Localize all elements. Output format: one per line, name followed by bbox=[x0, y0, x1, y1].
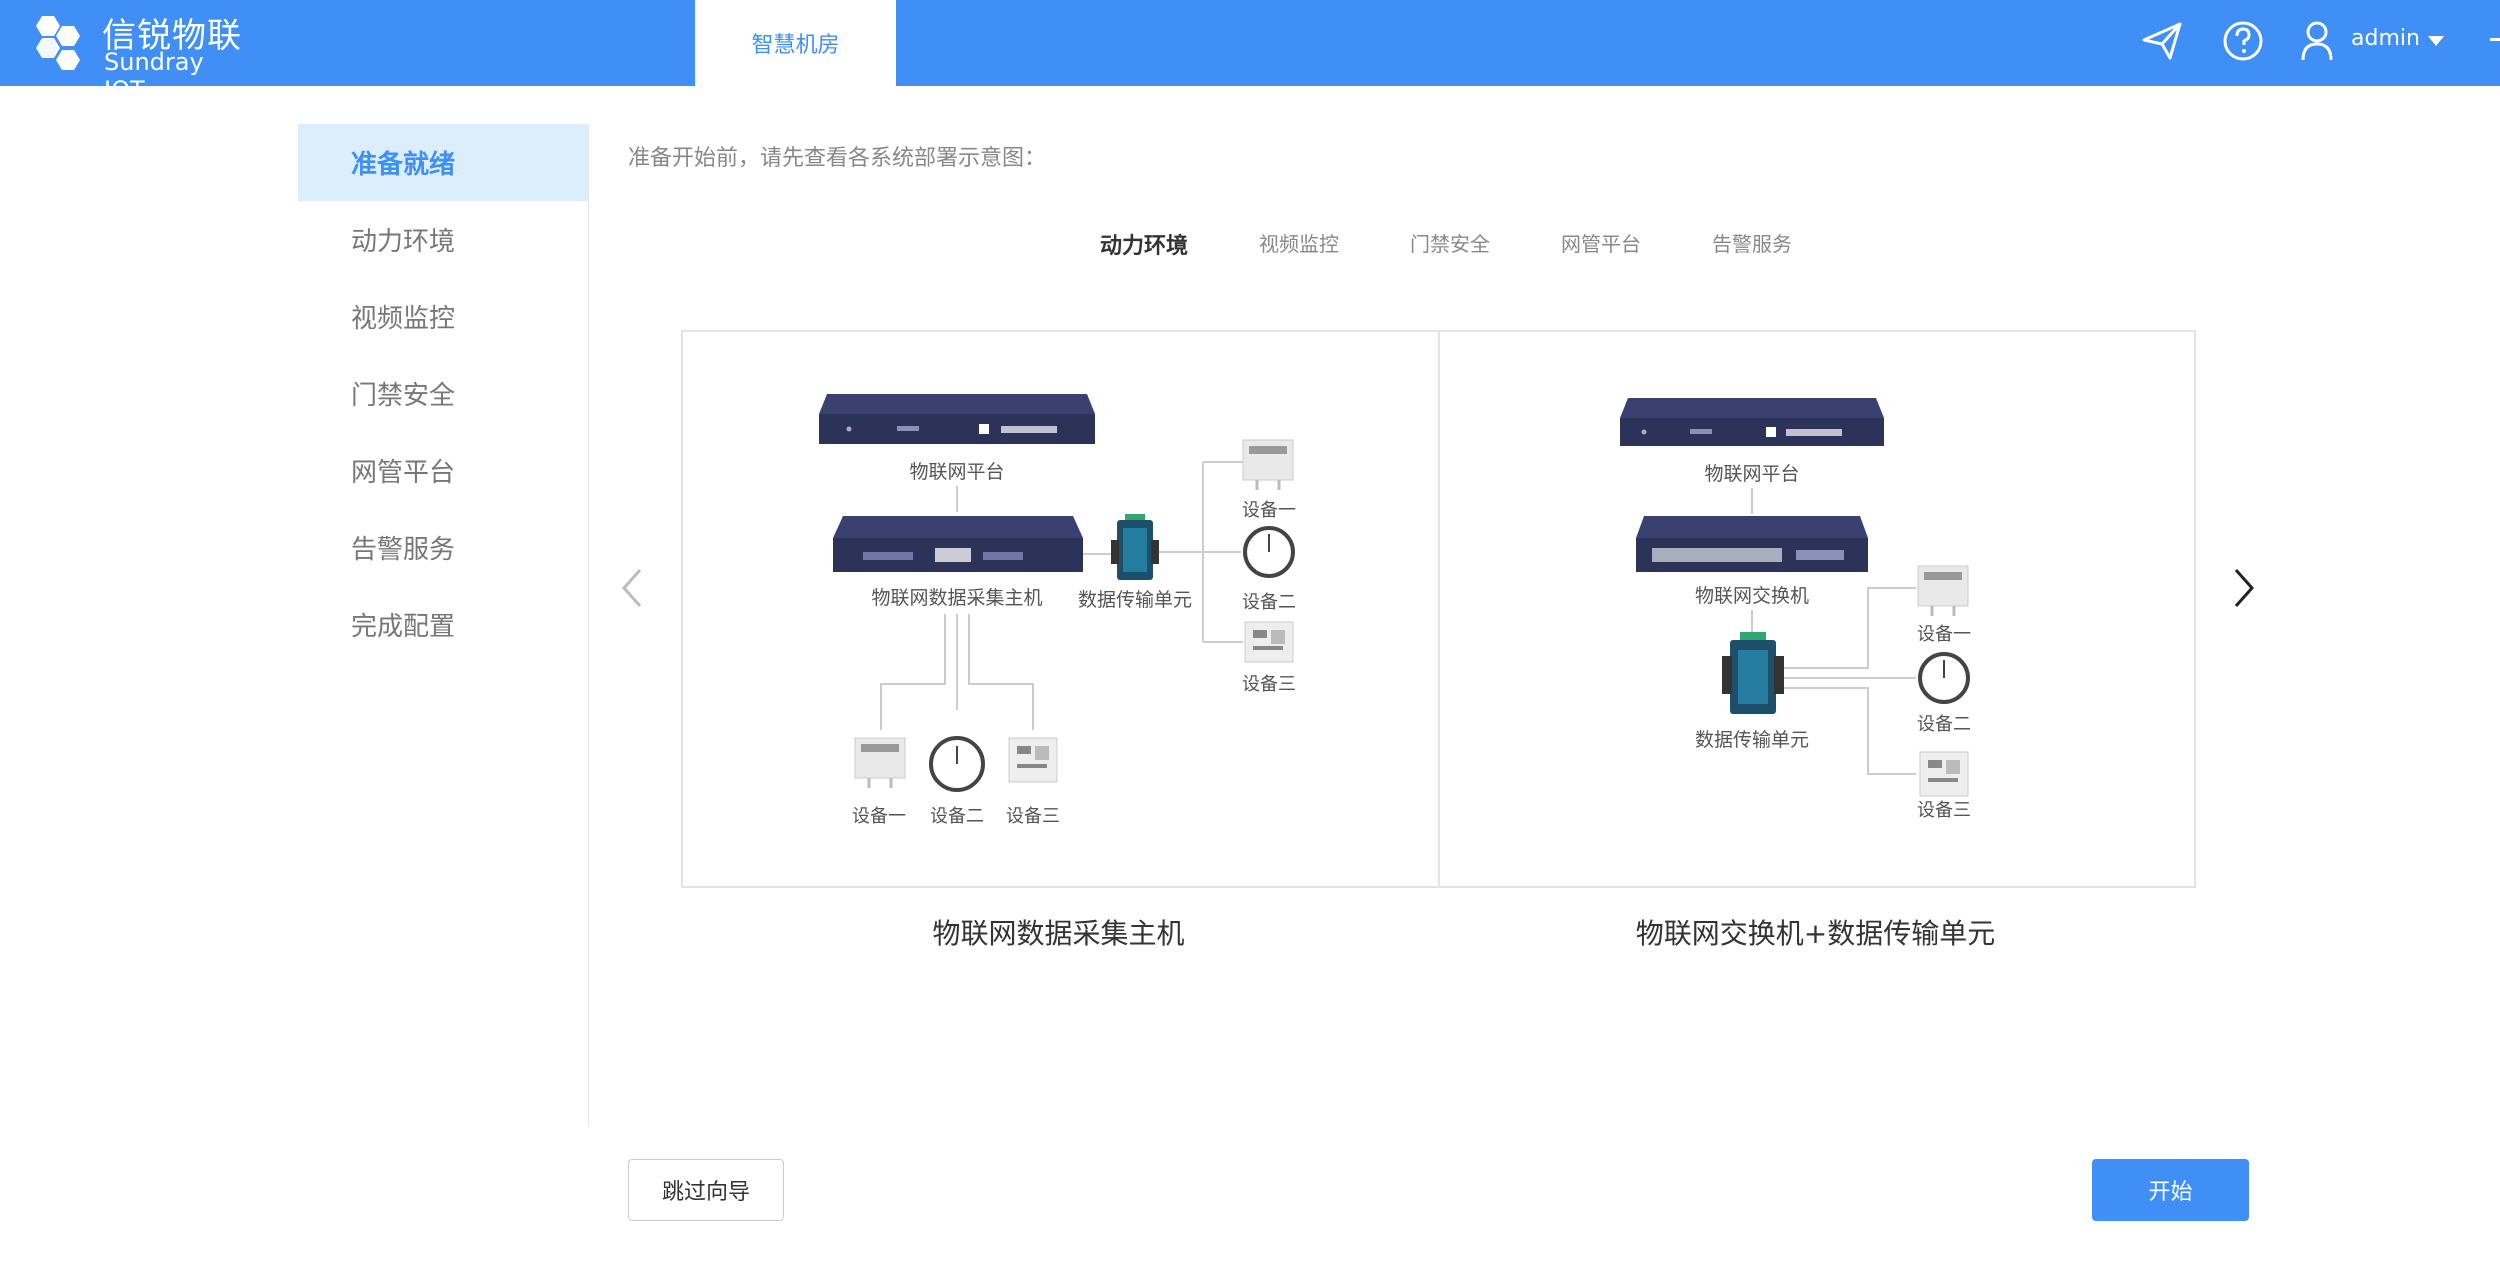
prev-arrow-icon[interactable] bbox=[620, 566, 644, 610]
switch-label: 物联网交换机 bbox=[1695, 585, 1809, 607]
caption-left: 物联网数据采集主机 bbox=[932, 917, 1185, 950]
dev1-label: 设备一 bbox=[852, 806, 906, 827]
platform-label: 物联网平台 bbox=[909, 461, 1004, 483]
user-name[interactable]: admin bbox=[2351, 26, 2420, 51]
dev3-label: 设备三 bbox=[1006, 806, 1060, 827]
system-tabs: 动力环境 视频监控 门禁安全 网管平台 告警服务 bbox=[1100, 228, 1863, 260]
step-nms[interactable]: 网管平台 bbox=[298, 432, 588, 509]
panel-device-icon bbox=[1919, 751, 1969, 797]
switch-device-icon bbox=[1636, 516, 1868, 572]
dev2-label: 设备二 bbox=[1917, 714, 1971, 735]
diagram-panel: 物联网平台 物联网数据采集主机 数据传输单元 设备一 设备二 设备三 设备一 设… bbox=[681, 330, 2196, 888]
platform-device-icon bbox=[819, 394, 1095, 444]
diagram-switch-dtu: 物联网平台 物联网交换机 数据传输单元 设备一 设备二 设备三 bbox=[1620, 398, 1971, 821]
dtu-label: 数据传输单元 bbox=[1695, 729, 1809, 751]
step-alarm[interactable]: 告警服务 bbox=[298, 509, 588, 586]
sidebar-divider bbox=[588, 124, 589, 1126]
step-power-env[interactable]: 动力环境 bbox=[298, 201, 588, 278]
dtu-label: 数据传输单元 bbox=[1078, 589, 1192, 611]
step-done[interactable]: 完成配置 bbox=[298, 586, 588, 663]
gauge-device-icon bbox=[929, 736, 985, 792]
start-button[interactable]: 开始 bbox=[2092, 1159, 2249, 1221]
dev3-label: 设备三 bbox=[1242, 674, 1296, 695]
platform-device-icon bbox=[1620, 398, 1884, 446]
skip-wizard-button[interactable]: 跳过向导 bbox=[628, 1159, 784, 1221]
sensor-device-icon bbox=[1242, 439, 1294, 490]
intro-text: 准备开始前，请先查看各系统部署示意图： bbox=[628, 146, 1047, 171]
panel-device-icon bbox=[1008, 737, 1058, 783]
brand-name-en: Sundray IOT bbox=[104, 48, 204, 104]
sensor-device-icon bbox=[1917, 565, 1969, 616]
brand-logo[interactable]: 信锐物联 Sundray IOT bbox=[24, 6, 244, 104]
tab-access[interactable]: 门禁安全 bbox=[1410, 228, 1490, 260]
step-access[interactable]: 门禁安全 bbox=[298, 355, 588, 432]
dev3-label: 设备三 bbox=[1917, 800, 1971, 821]
caption-right: 物联网交换机+数据传输单元 bbox=[1635, 917, 1996, 950]
tab-video[interactable]: 视频监控 bbox=[1259, 228, 1339, 260]
send-icon[interactable] bbox=[2140, 18, 2186, 64]
step-ready[interactable]: 准备就绪 bbox=[298, 124, 588, 201]
top-bar: 信锐物联 Sundray IOT 智慧机房 admin bbox=[0, 0, 2500, 104]
wizard-steps: 准备就绪 动力环境 视频监控 门禁安全 网管平台 告警服务 完成配置 bbox=[298, 124, 588, 663]
dev1-label: 设备一 bbox=[1917, 624, 1971, 645]
dtu-icon bbox=[1722, 632, 1784, 714]
diagram-collector-host: 物联网平台 物联网数据采集主机 数据传输单元 设备一 设备二 设备三 设备一 设… bbox=[819, 394, 1296, 827]
platform-label: 物联网平台 bbox=[1704, 463, 1799, 485]
help-icon[interactable] bbox=[2220, 18, 2266, 64]
next-arrow-icon[interactable] bbox=[2232, 566, 2256, 610]
gauge-device-icon bbox=[1918, 652, 1970, 704]
collector-host-icon bbox=[833, 516, 1083, 572]
menu-edge-icon[interactable] bbox=[2490, 38, 2500, 41]
tab-alarm[interactable]: 告警服务 bbox=[1712, 228, 1792, 260]
gauge-device-icon bbox=[1243, 526, 1295, 578]
chevron-down-icon[interactable] bbox=[2428, 36, 2444, 46]
dev1-label: 设备一 bbox=[1242, 500, 1296, 521]
nav-tab-smart-room[interactable]: 智慧机房 bbox=[695, 0, 896, 86]
tab-nms[interactable]: 网管平台 bbox=[1561, 228, 1641, 260]
step-video[interactable]: 视频监控 bbox=[298, 278, 588, 355]
tab-power-env[interactable]: 动力环境 bbox=[1100, 228, 1188, 260]
sensor-device-icon bbox=[854, 737, 906, 788]
host-label: 物联网数据采集主机 bbox=[871, 587, 1042, 609]
dtu-icon bbox=[1111, 514, 1159, 580]
dev2-label: 设备二 bbox=[1242, 592, 1296, 613]
panel-device-icon bbox=[1244, 621, 1294, 663]
logo-icon bbox=[36, 16, 80, 70]
dev2-label: 设备二 bbox=[930, 806, 984, 827]
user-icon[interactable] bbox=[2297, 18, 2337, 64]
